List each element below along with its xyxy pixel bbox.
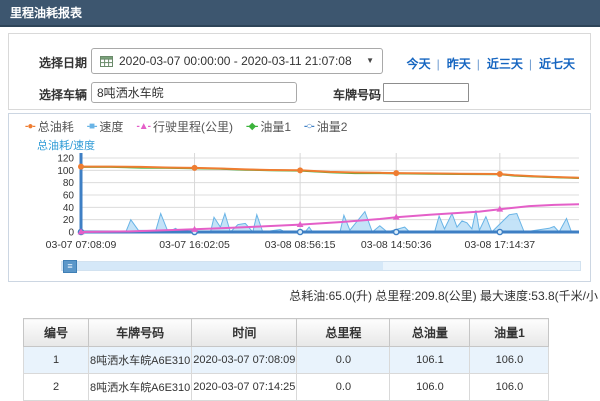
- table-row[interactable]: 1 8吨洒水车皖A6E310 2020-03-07 07:08:09 0.0 1…: [24, 347, 549, 374]
- legend-item-fuel2[interactable]: -○- 油量2: [304, 118, 347, 135]
- cell-time: 2020-03-07 07:14:25: [192, 374, 297, 401]
- chevron-down-icon: ▼: [366, 57, 374, 65]
- svg-text:03-08 08:56:15: 03-08 08:56:15: [265, 239, 336, 251]
- calendar-icon: [100, 55, 113, 67]
- svg-text:03-08 14:50:36: 03-08 14:50:36: [361, 239, 432, 251]
- legend-label: 总油耗: [38, 118, 74, 135]
- legend-item-mileage[interactable]: -▲- 行驶里程(公里): [136, 118, 233, 135]
- svg-text:40: 40: [63, 203, 75, 214]
- col-header-total-fuel: 总油量: [390, 319, 470, 347]
- chart-datazoom-scrollbar[interactable]: ≡: [61, 261, 581, 271]
- line-open-circle-marker-icon: -○-: [304, 121, 314, 132]
- cell-total-fuel: 106.1: [390, 347, 470, 374]
- col-header-time: 时间: [192, 319, 297, 347]
- plate-number-input[interactable]: [383, 83, 469, 102]
- legend-label: 速度: [99, 118, 123, 135]
- page-title-bar: 里程油耗报表: [0, 0, 600, 27]
- date-label: 选择日期: [39, 54, 87, 71]
- svg-text:0: 0: [68, 228, 74, 239]
- legend-item-total-fuel[interactable]: -●- 总油耗: [25, 118, 74, 135]
- fuel-speed-line-chart: 0 204060 80100120 03-07 07:08:09 03-07 16:02…: [35, 150, 591, 262]
- cell-no: 1: [24, 347, 89, 374]
- cell-plate: 8吨洒水车皖A6E310: [89, 374, 192, 401]
- col-header-no: 编号: [24, 319, 89, 347]
- svg-text:03-07 16:02:05: 03-07 16:02:05: [159, 239, 230, 251]
- svg-text:120: 120: [57, 154, 74, 165]
- cell-no: 2: [24, 374, 89, 401]
- cell-total-mileage: 0.0: [297, 347, 390, 374]
- link-today[interactable]: 今天: [404, 55, 434, 72]
- svg-text:80: 80: [63, 178, 75, 189]
- line-triangle-marker-icon: -▲-: [136, 121, 150, 132]
- line-diamond-marker-icon: -◆-: [246, 121, 257, 132]
- report-table: 编号 车牌号码 时间 总里程 总油量 油量1 1 8吨洒水车皖A6E310 20…: [23, 318, 549, 401]
- plate-label: 车牌号码: [333, 86, 381, 103]
- table-row[interactable]: 2 8吨洒水车皖A6E310 2020-03-07 07:14:25 0.0 1…: [24, 374, 549, 401]
- vehicle-input[interactable]: [91, 82, 297, 103]
- chart-panel: -●- 总油耗 -■- 速度 -▲- 行驶里程(公里) -◆- 油量1 -○- …: [8, 113, 591, 282]
- quick-date-links: 今天 昨天 近三天 近七天: [404, 55, 578, 72]
- col-header-total-mileage: 总里程: [297, 319, 390, 347]
- link-last-3-days[interactable]: 近三天: [474, 55, 526, 72]
- vehicle-label: 选择车辆: [39, 86, 87, 103]
- filter-panel: 选择日期 2020-03-07 00:00:00 - 2020-03-11 21…: [8, 33, 591, 110]
- table-header-row: 编号 车牌号码 时间 总里程 总油量 油量1: [24, 319, 549, 347]
- page-title: 里程油耗报表: [10, 6, 82, 20]
- svg-text:03-08 17:14:37: 03-08 17:14:37: [464, 239, 535, 251]
- date-range-picker[interactable]: 2020-03-07 00:00:00 - 2020-03-11 21:07:0…: [91, 48, 383, 74]
- svg-text:100: 100: [57, 166, 74, 177]
- cell-total-mileage: 0.0: [297, 374, 390, 401]
- date-range-value: 2020-03-07 00:00:00 - 2020-03-11 21:07:0…: [119, 54, 360, 68]
- cell-fuel1: 106.0: [470, 374, 549, 401]
- legend-item-speed[interactable]: -■- 速度: [87, 118, 124, 135]
- svg-text:60: 60: [63, 191, 75, 202]
- legend-item-fuel1[interactable]: -◆- 油量1: [246, 118, 291, 135]
- legend-label: 行驶里程(公里): [153, 118, 233, 135]
- datazoom-handle-icon[interactable]: ≡: [63, 260, 77, 273]
- svg-text:03-07 07:08:09: 03-07 07:08:09: [46, 239, 117, 251]
- cell-fuel1: 106.0: [470, 347, 549, 374]
- col-header-fuel1: 油量1: [470, 319, 549, 347]
- datazoom-range: [62, 262, 383, 270]
- chart-legend: -●- 总油耗 -■- 速度 -▲- 行驶里程(公里) -◆- 油量1 -○- …: [25, 118, 347, 135]
- legend-label: 油量1: [260, 118, 291, 135]
- cell-plate: 8吨洒水车皖A6E310: [89, 347, 192, 374]
- col-header-plate: 车牌号码: [89, 319, 192, 347]
- link-yesterday[interactable]: 昨天: [434, 55, 474, 72]
- line-square-marker-icon: -■-: [87, 121, 97, 132]
- legend-label: 油量2: [317, 118, 348, 135]
- totals-summary: 总耗油:65.0(升) 总里程:209.8(公里) 最大速度:53.8(千米/小: [289, 287, 598, 304]
- cell-total-fuel: 106.0: [390, 374, 470, 401]
- line-circle-marker-icon: -●-: [25, 121, 35, 132]
- link-last-7-days[interactable]: 近七天: [526, 55, 578, 72]
- svg-text:20: 20: [63, 215, 75, 226]
- cell-time: 2020-03-07 07:08:09: [192, 347, 297, 374]
